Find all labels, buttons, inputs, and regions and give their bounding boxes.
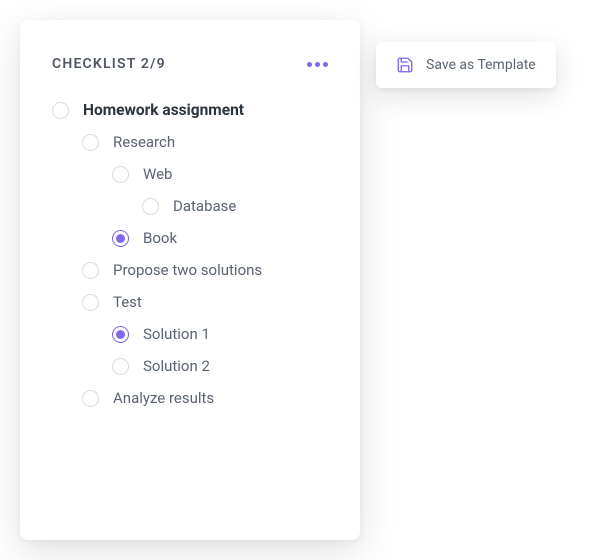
more-options-button[interactable] xyxy=(303,58,332,71)
save-as-template-menu-item[interactable]: Save as Template xyxy=(376,42,556,88)
checklist-radio[interactable] xyxy=(112,326,129,343)
checklist-item-label: Homework assignment xyxy=(83,101,244,119)
checklist-item-label: Book xyxy=(143,229,177,247)
dots-icon xyxy=(307,62,312,67)
checklist-item: Analyze results xyxy=(52,382,332,414)
checklist-item: Database xyxy=(52,190,332,222)
checklist-item-label: Propose two solutions xyxy=(113,261,262,279)
checklist-item-label: Analyze results xyxy=(113,389,214,407)
checklist-item-label: Solution 1 xyxy=(143,325,210,343)
checklist-radio[interactable] xyxy=(112,230,129,247)
checklist-item: Propose two solutions xyxy=(52,254,332,286)
checklist-title: CHECKLIST 2/9 xyxy=(52,56,166,72)
save-icon xyxy=(396,56,414,74)
checklist-item-label: Solution 2 xyxy=(143,357,210,375)
checklist-header: CHECKLIST 2/9 xyxy=(52,56,332,72)
dots-icon xyxy=(315,62,320,67)
checklist-radio[interactable] xyxy=(82,262,99,279)
checklist-item-label: Database xyxy=(173,197,236,215)
checklist-item: Solution 1 xyxy=(52,318,332,350)
dots-icon xyxy=(323,62,328,67)
checklist-item: Research xyxy=(52,126,332,158)
checklist-item: Test xyxy=(52,286,332,318)
checklist-radio[interactable] xyxy=(82,294,99,311)
checklist-radio[interactable] xyxy=(82,134,99,151)
checklist-radio[interactable] xyxy=(82,390,99,407)
checklist-item-label: Web xyxy=(143,165,172,183)
checklist-item: Book xyxy=(52,222,332,254)
checklist-item-label: Research xyxy=(113,133,175,151)
checklist-radio[interactable] xyxy=(112,358,129,375)
checklist-card: CHECKLIST 2/9 Homework assignment Researc… xyxy=(20,20,360,540)
checklist-item: Web xyxy=(52,158,332,190)
checklist-list: Homework assignment Research WebDatabase Bo… xyxy=(52,94,332,414)
checklist-item: Homework assignment xyxy=(52,94,332,126)
checklist-radio[interactable] xyxy=(142,198,159,215)
checklist-radio[interactable] xyxy=(52,102,69,119)
checklist-item: Solution 2 xyxy=(52,350,332,382)
checklist-radio[interactable] xyxy=(112,166,129,183)
checklist-item-label: Test xyxy=(113,293,142,311)
save-as-template-label: Save as Template xyxy=(426,57,536,73)
